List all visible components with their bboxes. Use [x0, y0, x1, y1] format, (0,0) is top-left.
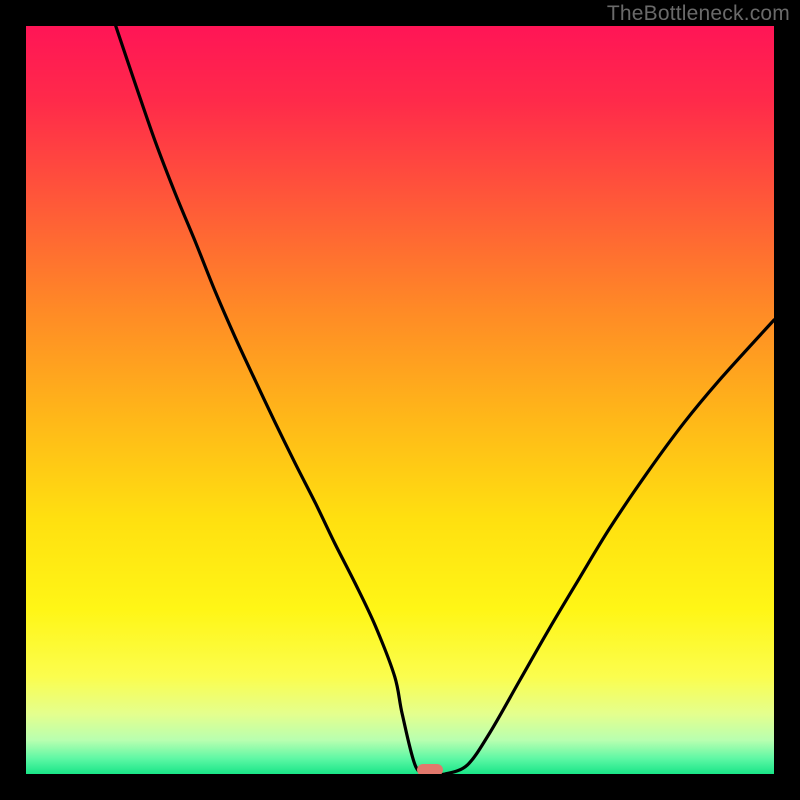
optimal-marker: [417, 764, 444, 774]
attribution-text: TheBottleneck.com: [607, 2, 790, 26]
chart-frame: { "attribution": "TheBottleneck.com", "c…: [0, 0, 800, 800]
curve-layer: [26, 26, 774, 774]
bottleneck-curve: [116, 26, 774, 774]
plot-area: [26, 26, 774, 774]
